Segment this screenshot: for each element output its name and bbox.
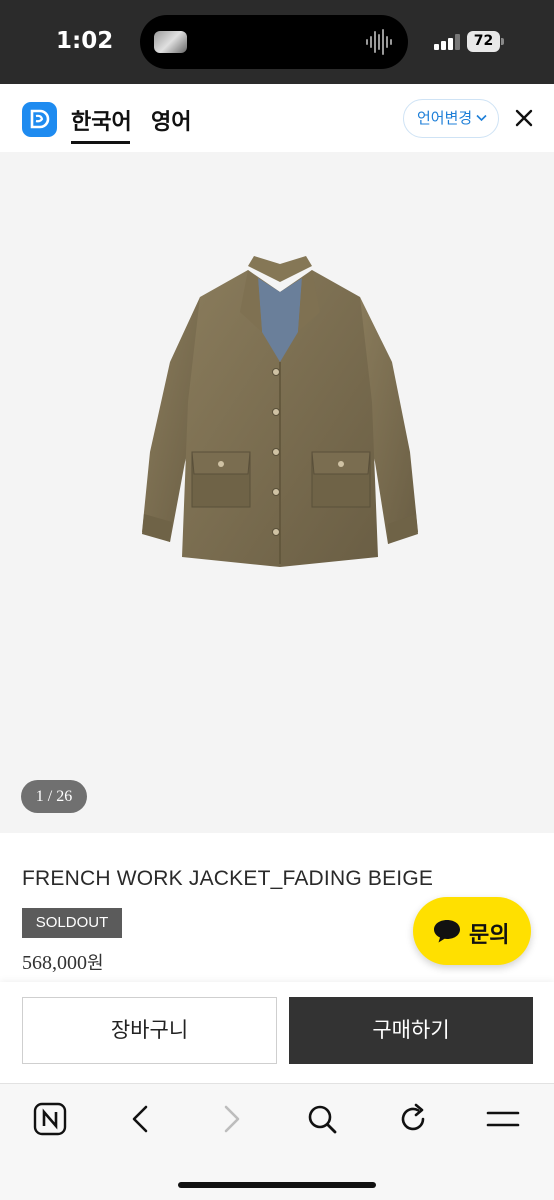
inquiry-chat-button[interactable]: 문의 [413, 897, 531, 965]
language-change-label: 언어변경 [417, 110, 473, 127]
soldout-badge: SOLDOUT [22, 908, 122, 938]
tab-english[interactable]: 영어 [151, 104, 191, 136]
product-title: FRENCH WORK JACKET_FADING BEIGE [22, 867, 434, 890]
status-bar: 1:02 72 [0, 0, 554, 84]
battery-icon: 72 [467, 31, 504, 52]
price-unit: 원 [87, 953, 104, 974]
dynamic-island [140, 15, 408, 69]
language-change-button[interactable]: 언어변경 [403, 99, 499, 138]
reload-icon[interactable] [396, 1102, 430, 1136]
product-image-jacket [142, 256, 418, 567]
now-playing-thumbnail [154, 31, 187, 53]
home-indicator [178, 1182, 376, 1188]
cellular-signal-icon [434, 34, 460, 50]
product-price: 568,000원 [22, 949, 104, 975]
status-time: 1:02 [56, 28, 114, 54]
chat-bubble-icon [434, 920, 460, 943]
audio-wave-icon [366, 29, 392, 55]
menu-icon[interactable] [486, 1102, 520, 1136]
image-counter: 1 / 26 [21, 780, 87, 813]
forward-icon[interactable] [214, 1102, 248, 1136]
close-icon[interactable] [514, 108, 534, 128]
battery-level: 72 [467, 31, 500, 52]
chevron-down-icon [476, 114, 487, 122]
header: 한국어 영어 언어변경 [0, 84, 554, 152]
active-tab-underline [71, 141, 130, 144]
inquiry-label: 문의 [469, 922, 510, 947]
price-value: 568,000 [22, 952, 87, 974]
battery-nub [501, 38, 504, 45]
buy-now-button[interactable]: 구매하기 [289, 997, 533, 1064]
purchase-action-bar: 장바구니 구매하기 [0, 982, 554, 1083]
back-icon[interactable] [124, 1102, 158, 1136]
browser-toolbar [0, 1083, 554, 1200]
search-icon[interactable] [305, 1102, 339, 1136]
add-to-cart-button[interactable]: 장바구니 [22, 997, 277, 1064]
product-image-gallery[interactable]: 1 / 26 [0, 152, 554, 833]
app-logo-icon[interactable] [22, 102, 57, 137]
naver-home-icon[interactable] [33, 1102, 67, 1136]
tab-korean[interactable]: 한국어 [71, 104, 132, 136]
